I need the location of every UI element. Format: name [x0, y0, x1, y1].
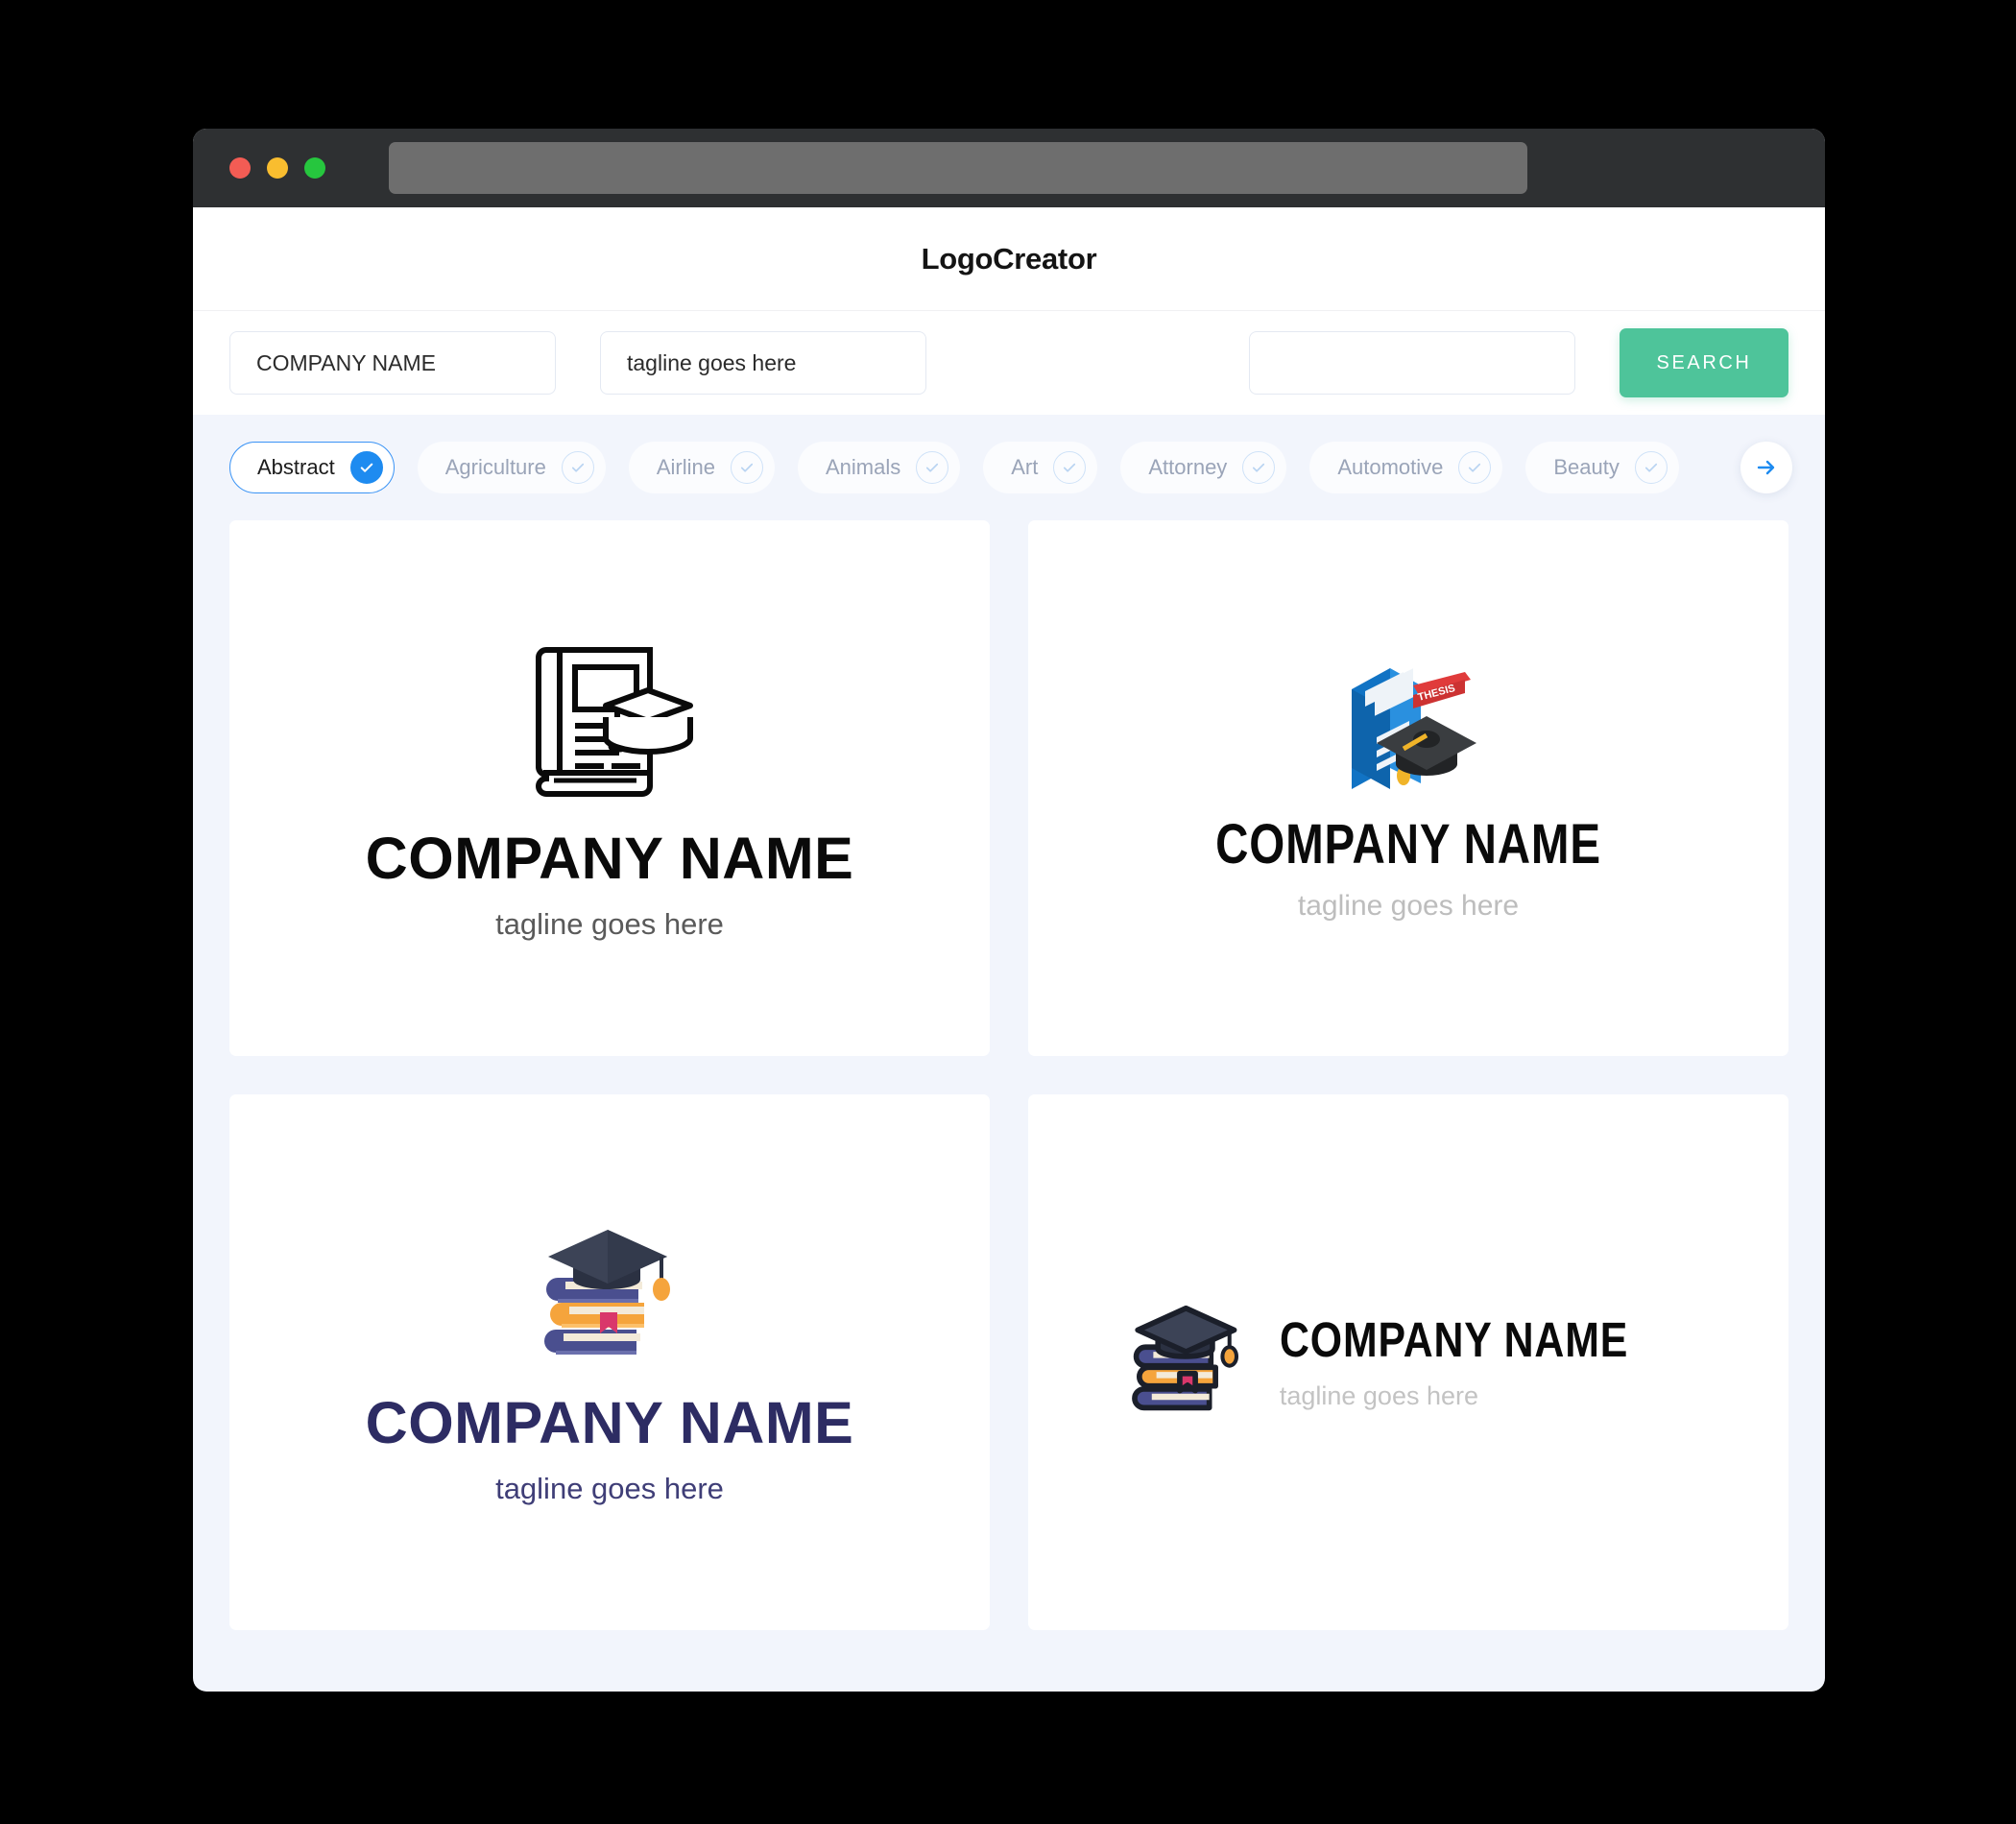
check-icon — [349, 451, 383, 484]
logo-card[interactable]: COMPANY NAME tagline goes here — [229, 1094, 990, 1630]
category-chip-agriculture[interactable]: Agriculture — [417, 442, 606, 493]
logo-tagline: tagline goes here — [495, 1471, 724, 1505]
category-chip-label: Beauty — [1553, 455, 1620, 479]
logo-company-name: COMPANY NAME — [365, 825, 854, 891]
category-chip-label: Automotive — [1337, 455, 1444, 479]
check-icon — [1053, 451, 1087, 484]
category-chip-attorney[interactable]: Attorney — [1120, 442, 1287, 493]
search-toolbar: SEARCH — [193, 311, 1825, 415]
category-chip-automotive[interactable]: Automotive — [1309, 442, 1503, 493]
category-chip-airline[interactable]: Airline — [628, 442, 775, 493]
category-chip-label: Art — [1011, 455, 1039, 479]
browser-window: LogoCreator SEARCH Abstract Agriculture … — [193, 129, 1825, 1692]
app-header: LogoCreator — [193, 207, 1825, 311]
category-chip-label: Animals — [826, 455, 901, 479]
check-icon — [561, 451, 594, 484]
minimize-window-button[interactable] — [267, 157, 288, 179]
next-categories-button[interactable] — [1740, 442, 1792, 493]
search-button[interactable]: SEARCH — [1620, 328, 1788, 397]
check-icon — [1242, 451, 1276, 484]
url-bar[interactable] — [389, 142, 1527, 194]
category-chip-art[interactable]: Art — [983, 442, 1098, 493]
check-icon — [1634, 451, 1668, 484]
traffic-lights — [229, 157, 325, 179]
keyword-input[interactable] — [1249, 331, 1575, 395]
category-chip-label: Agriculture — [444, 455, 546, 479]
category-chip-label: Abstract — [257, 455, 335, 479]
book-with-graduation-cap-lineart-icon — [525, 638, 694, 804]
category-chip-beauty[interactable]: Beauty — [1525, 442, 1679, 493]
check-icon — [1458, 451, 1492, 484]
category-chip-label: Attorney — [1148, 455, 1228, 479]
logo-company-name: COMPANY NAME — [1215, 812, 1601, 876]
company-name-input[interactable] — [229, 331, 556, 395]
category-chip-animals[interactable]: Animals — [798, 442, 961, 493]
logo-tagline: tagline goes here — [1279, 1381, 1478, 1410]
logo-card[interactable]: COMPANY NAME tagline goes here — [229, 520, 990, 1056]
logo-results-grid: COMPANY NAME tagline goes here THESIS CO… — [193, 515, 1825, 1667]
page-title: LogoCreator — [921, 241, 1097, 276]
book-stack-graduation-cap-icon — [529, 1222, 690, 1371]
logo-tagline: tagline goes here — [495, 906, 724, 941]
maximize-window-button[interactable] — [304, 157, 325, 179]
isometric-thesis-book-graduation-cap-icon: THESIS — [1319, 657, 1498, 807]
browser-titlebar — [193, 129, 1825, 207]
tagline-input[interactable] — [600, 331, 926, 395]
logo-company-name: COMPANY NAME — [1279, 1312, 1628, 1367]
check-icon — [731, 451, 763, 484]
category-chip-label: Airline — [656, 455, 715, 479]
logo-card[interactable]: THESIS COMPANY NAME tagline goes here — [1028, 520, 1788, 1056]
logo-company-name: COMPANY NAME — [365, 1389, 854, 1455]
book-stack-graduation-cap-outlined-icon — [1122, 1300, 1253, 1426]
close-window-button[interactable] — [229, 157, 251, 179]
check-icon — [916, 451, 949, 484]
arrow-right-icon — [1757, 460, 1775, 475]
logo-tagline: tagline goes here — [1297, 889, 1520, 922]
category-chip-abstract[interactable]: Abstract — [229, 442, 395, 493]
logo-card[interactable]: COMPANY NAME tagline goes here — [1028, 1094, 1788, 1630]
category-filter-row[interactable]: Abstract Agriculture Airline Animals Art — [193, 415, 1825, 515]
